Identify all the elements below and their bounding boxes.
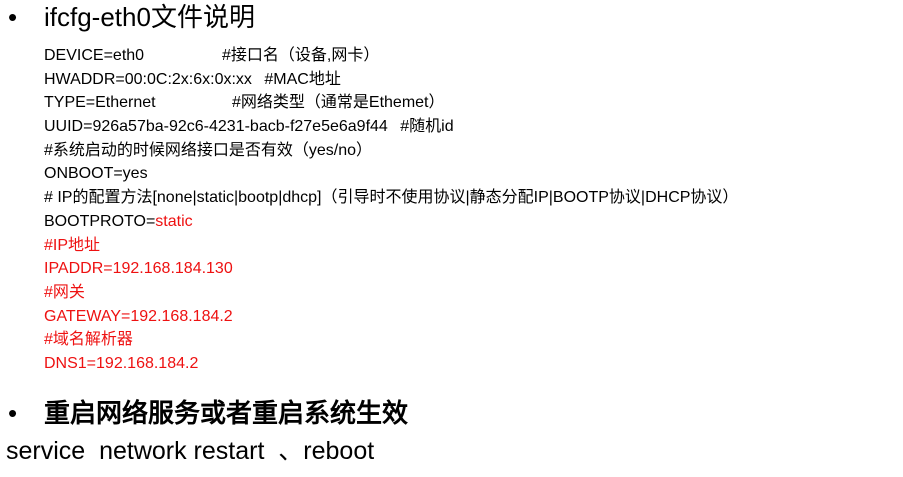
config-value: static (155, 212, 193, 230)
config-line-device: DEVICE=eth0 #接口名（设备,网卡） (44, 44, 738, 68)
config-text: DEVICE=eth0 (44, 47, 145, 64)
restart-command: service network restart 、reboot (6, 437, 375, 465)
config-line-ipaddr: IPADDR=192.168.184.130 (44, 260, 233, 278)
config-comment-ipaddr: #IP地址 (44, 236, 101, 254)
config-comment: #随机id (400, 118, 454, 136)
config-comment-gateway: #网关 (44, 283, 85, 301)
config-line-gateway: GATEWAY=192.168.184.2 (44, 307, 233, 325)
section-title-ifcfg: ifcfg-eth0文件说明 (44, 2, 255, 32)
config-comment: #接口名（设备,网卡） (222, 47, 380, 64)
config-text: HWADDR=00:0C:2x:6x:0x:xx (44, 70, 252, 88)
config-text: TYPE=Ethernet (44, 94, 156, 112)
config-key: BOOTPROTO= (44, 212, 156, 230)
config-line-bootproto: BOOTPROTO=static (44, 210, 738, 234)
config-line-dns: DNS1=192.168.184.2 (44, 354, 199, 372)
bullet-2: • (8, 398, 18, 428)
config-comment-dns: #域名解析器 (44, 331, 133, 349)
config-text: UUID=926a57ba-92c6-4231-bacb-f27e5e6a9f4… (44, 118, 388, 136)
config-line-onboot: ONBOOT=yes (44, 165, 148, 183)
bullet-1: • (8, 2, 18, 32)
config-comment: #MAC地址 (264, 70, 341, 88)
config-line-uuid: UUID=926a57ba-92c6-4231-bacb-f27e5e6a9f4… (44, 115, 738, 139)
config-comment: #网络类型（通常是Ethemet） (232, 94, 445, 112)
config-line-type: TYPE=Ethernet #网络类型（通常是Ethemet） (44, 91, 738, 115)
config-line-hwaddr: HWADDR=00:0C:2x:6x:0x:xx #MAC地址 (44, 68, 738, 92)
section-title-restart: 重启网络服务或者重启系统生效 (44, 398, 409, 428)
config-comment-onboot: #系统启动的时候网络接口是否有效（yes/no） (44, 141, 373, 159)
config-comment-bootproto: # IP的配置方法[none|static|bootp|dhcp]（引导时不使用… (44, 189, 739, 207)
config-listing: DEVICE=eth0 #接口名（设备,网卡） HWADDR=00:0C:2x:… (44, 44, 738, 376)
